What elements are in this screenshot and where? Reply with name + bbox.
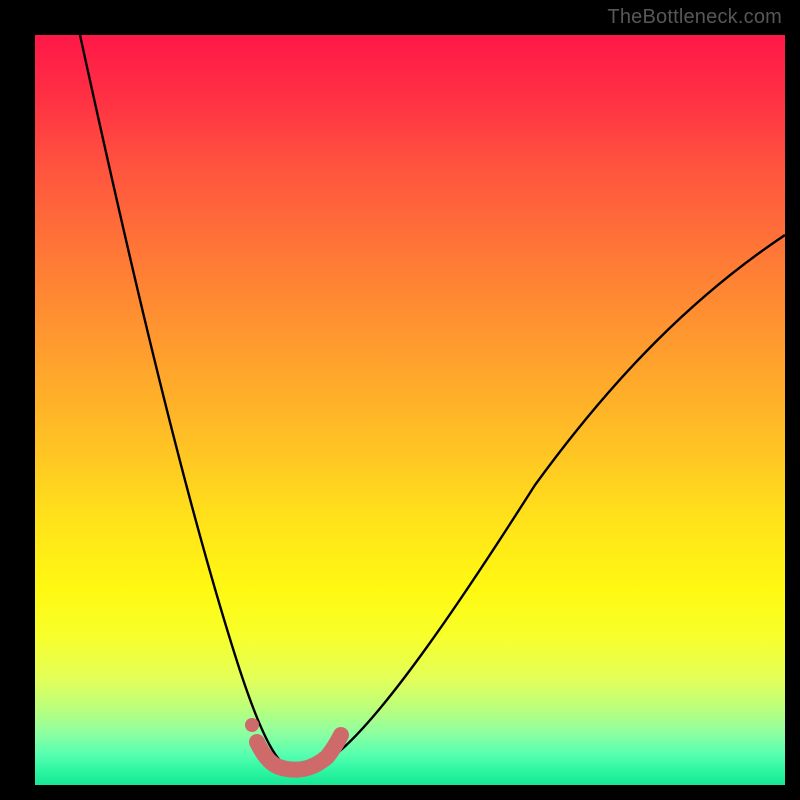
- bottleneck-curve: [35, 35, 785, 785]
- watermark-label: TheBottleneck.com: [607, 6, 782, 29]
- curve-path: [80, 35, 785, 769]
- bottleneck-chart: [35, 35, 785, 785]
